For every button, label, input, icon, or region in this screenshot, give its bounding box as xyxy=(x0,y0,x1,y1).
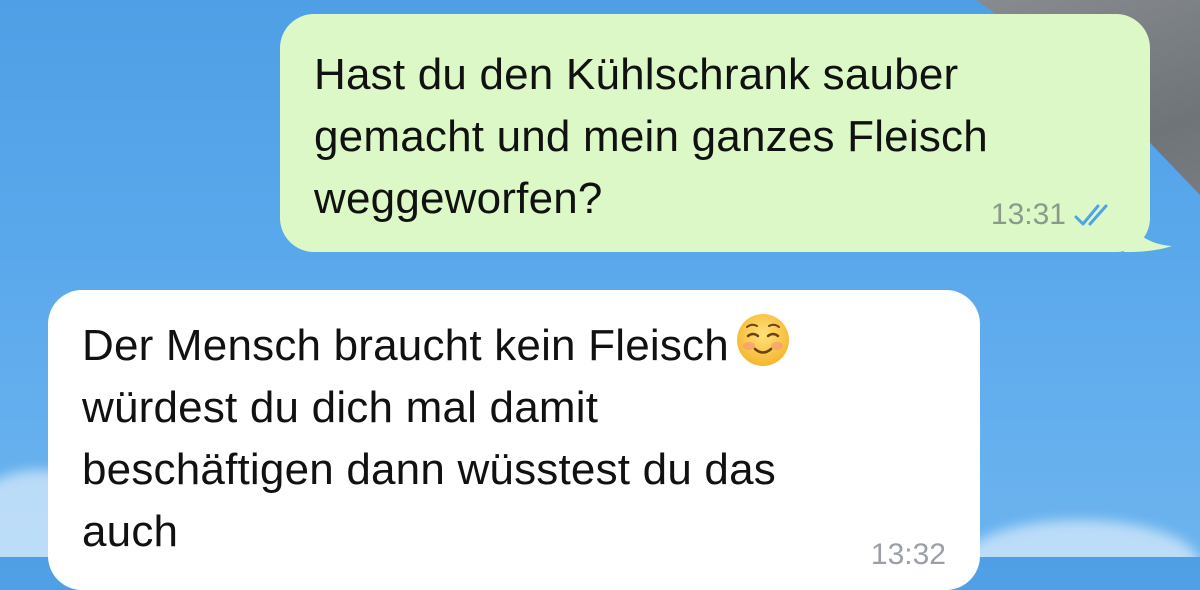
message-time: 13:32 xyxy=(870,538,946,571)
message-text: Der Mensch braucht kein Fleisch würdest … xyxy=(82,312,952,563)
message-text-rest: würdest du dich mal damit beschäftigen d… xyxy=(82,383,776,556)
message-text-line-1: Der Mensch braucht kein Fleisch xyxy=(82,321,729,370)
incoming-message-bubble[interactable]: Der Mensch braucht kein Fleisch würdest … xyxy=(48,290,980,590)
outgoing-message-bubble[interactable]: Hast du den Kühlschrank sauber gemacht u… xyxy=(280,14,1150,252)
message-meta: 13:31 xyxy=(991,198,1120,232)
message-time: 13:31 xyxy=(990,198,1066,231)
double-check-read-icon xyxy=(1074,204,1108,226)
message-meta: 13:32 xyxy=(871,538,946,572)
smiling-face-icon xyxy=(736,314,789,366)
cloud-decoration xyxy=(960,520,1200,557)
